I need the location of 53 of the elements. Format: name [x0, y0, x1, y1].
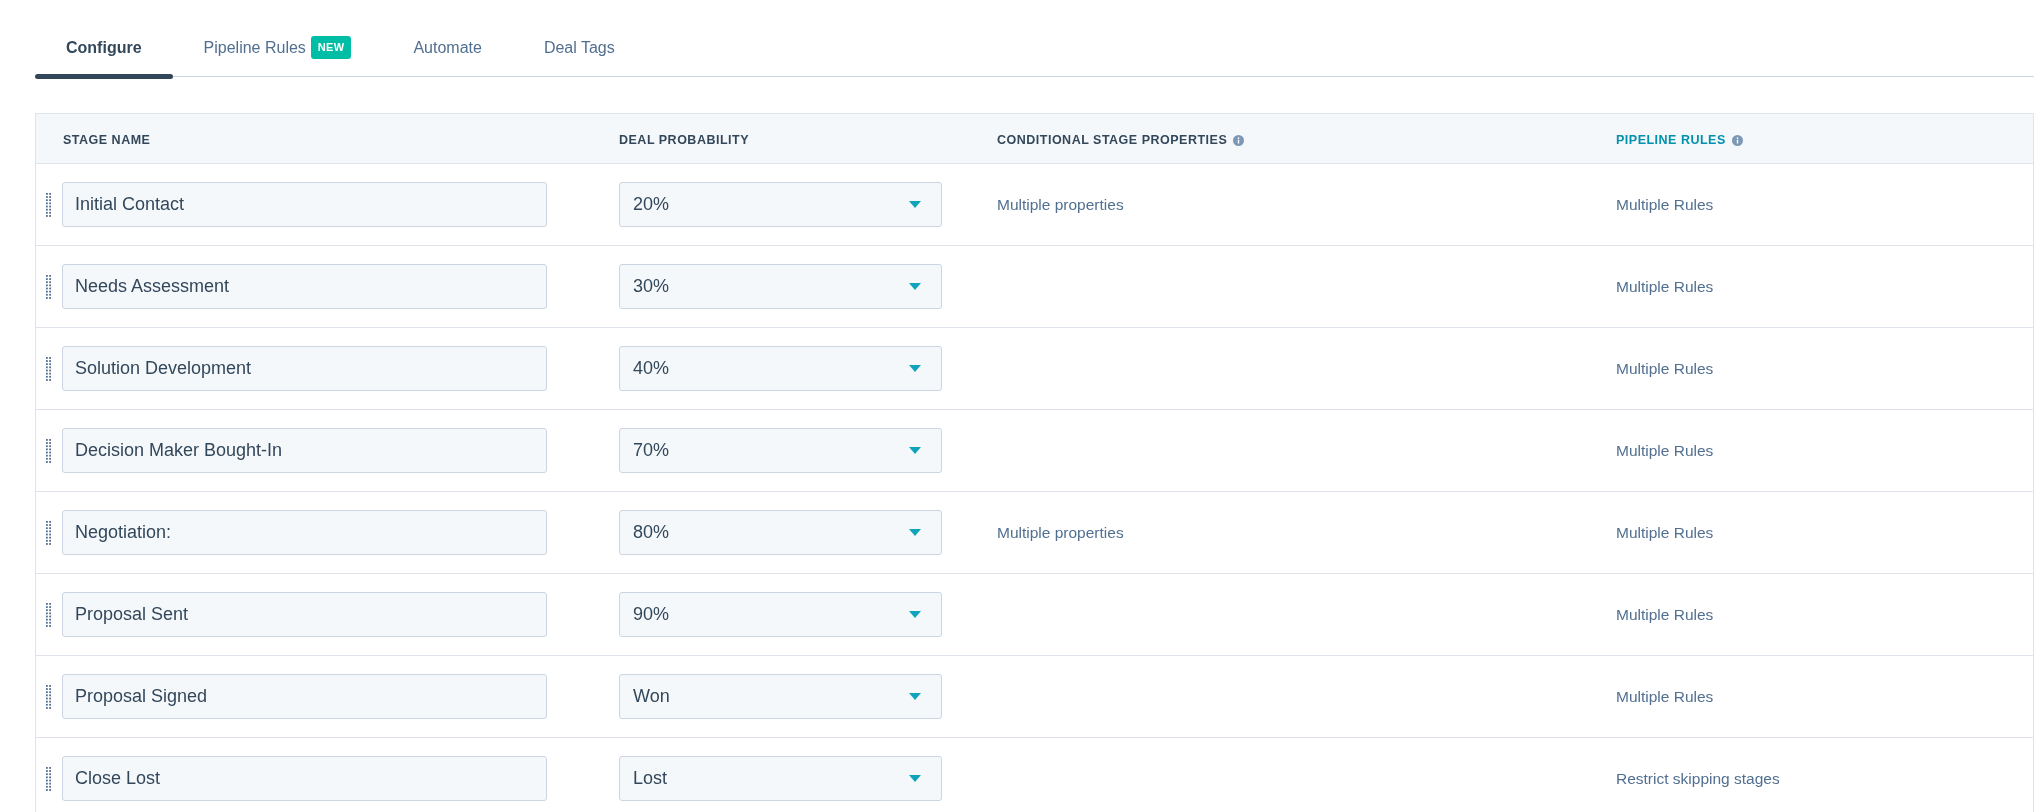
- probability-dropdown[interactable]: 20%: [619, 182, 942, 227]
- table-cell: Multiple properties: [997, 523, 1124, 542]
- drag-handle-icon[interactable]: [46, 274, 51, 299]
- probability-dropdown[interactable]: Won: [619, 674, 942, 719]
- stage-name-field[interactable]: Decision Maker Bought-In: [62, 428, 547, 473]
- table-cell: Multiple Rules: [1616, 605, 1714, 624]
- table-cell: Multiple Rules: [1616, 441, 1714, 460]
- caret-icon: [909, 693, 921, 700]
- caret-icon: [909, 611, 921, 618]
- stage-name-field[interactable]: Initial Contact: [62, 182, 547, 227]
- table-cell: Multiple Rules: [1616, 687, 1714, 706]
- probability-dropdown[interactable]: 30%: [619, 264, 942, 309]
- tab[interactable]: Automate: [382, 19, 513, 79]
- caret-icon: [909, 447, 921, 454]
- probability-dropdown[interactable]: Lost: [619, 756, 942, 801]
- info-icon[interactable]: [1731, 134, 1743, 146]
- probability-dropdown[interactable]: 40%: [619, 346, 942, 391]
- stage-name-field[interactable]: Needs Assessment: [62, 264, 547, 309]
- drag-handle-icon[interactable]: [46, 602, 51, 627]
- column-header: CONDITIONAL STAGE PROPERTIES: [997, 133, 1228, 147]
- probability-dropdown[interactable]: 90%: [619, 592, 942, 637]
- caret-icon: [909, 283, 921, 290]
- info-icon[interactable]: [1233, 134, 1245, 146]
- column-header: STAGE NAME: [63, 133, 151, 147]
- table-cell: Multiple Rules: [1616, 277, 1714, 296]
- table-cell: Multiple Rules: [1616, 359, 1714, 378]
- drag-handle-icon[interactable]: [46, 438, 51, 463]
- drag-handle-icon[interactable]: [46, 684, 51, 709]
- caret-icon: [909, 201, 921, 208]
- table-cell: Restrict skipping stages: [1616, 769, 1780, 788]
- table-cell: Multiple Rules: [1616, 523, 1714, 542]
- caret-icon: [909, 365, 921, 372]
- stage-name-field[interactable]: Proposal Sent: [62, 592, 547, 637]
- caret-icon: [909, 529, 921, 536]
- probability-dropdown[interactable]: 70%: [619, 428, 942, 473]
- column-header: DEAL PROBABILITY: [619, 133, 749, 147]
- drag-handle-icon[interactable]: [46, 766, 51, 791]
- tab[interactable]: Pipeline Rules NEW: [172, 19, 383, 79]
- probability-dropdown[interactable]: 80%: [619, 510, 942, 555]
- status-badge: NEW: [310, 36, 352, 59]
- stage-name-field[interactable]: Close Lost: [62, 756, 547, 801]
- drag-handle-icon[interactable]: [46, 520, 51, 545]
- stage-name-field[interactable]: Proposal Signed: [62, 674, 547, 719]
- stage-name-field[interactable]: Solution Development: [62, 346, 547, 391]
- tab[interactable]: Deal Tags: [512, 19, 646, 79]
- tab[interactable]: Configure: [35, 19, 173, 79]
- column-header: PIPELINE RULES: [1616, 133, 1726, 147]
- stage-name-field[interactable]: Negotiation:: [62, 510, 547, 555]
- drag-handle-icon[interactable]: [46, 192, 51, 217]
- drag-handle-icon[interactable]: [46, 356, 51, 381]
- table-cell: Multiple properties: [997, 195, 1124, 214]
- table-cell: Multiple Rules: [1616, 195, 1714, 214]
- caret-icon: [909, 775, 921, 782]
